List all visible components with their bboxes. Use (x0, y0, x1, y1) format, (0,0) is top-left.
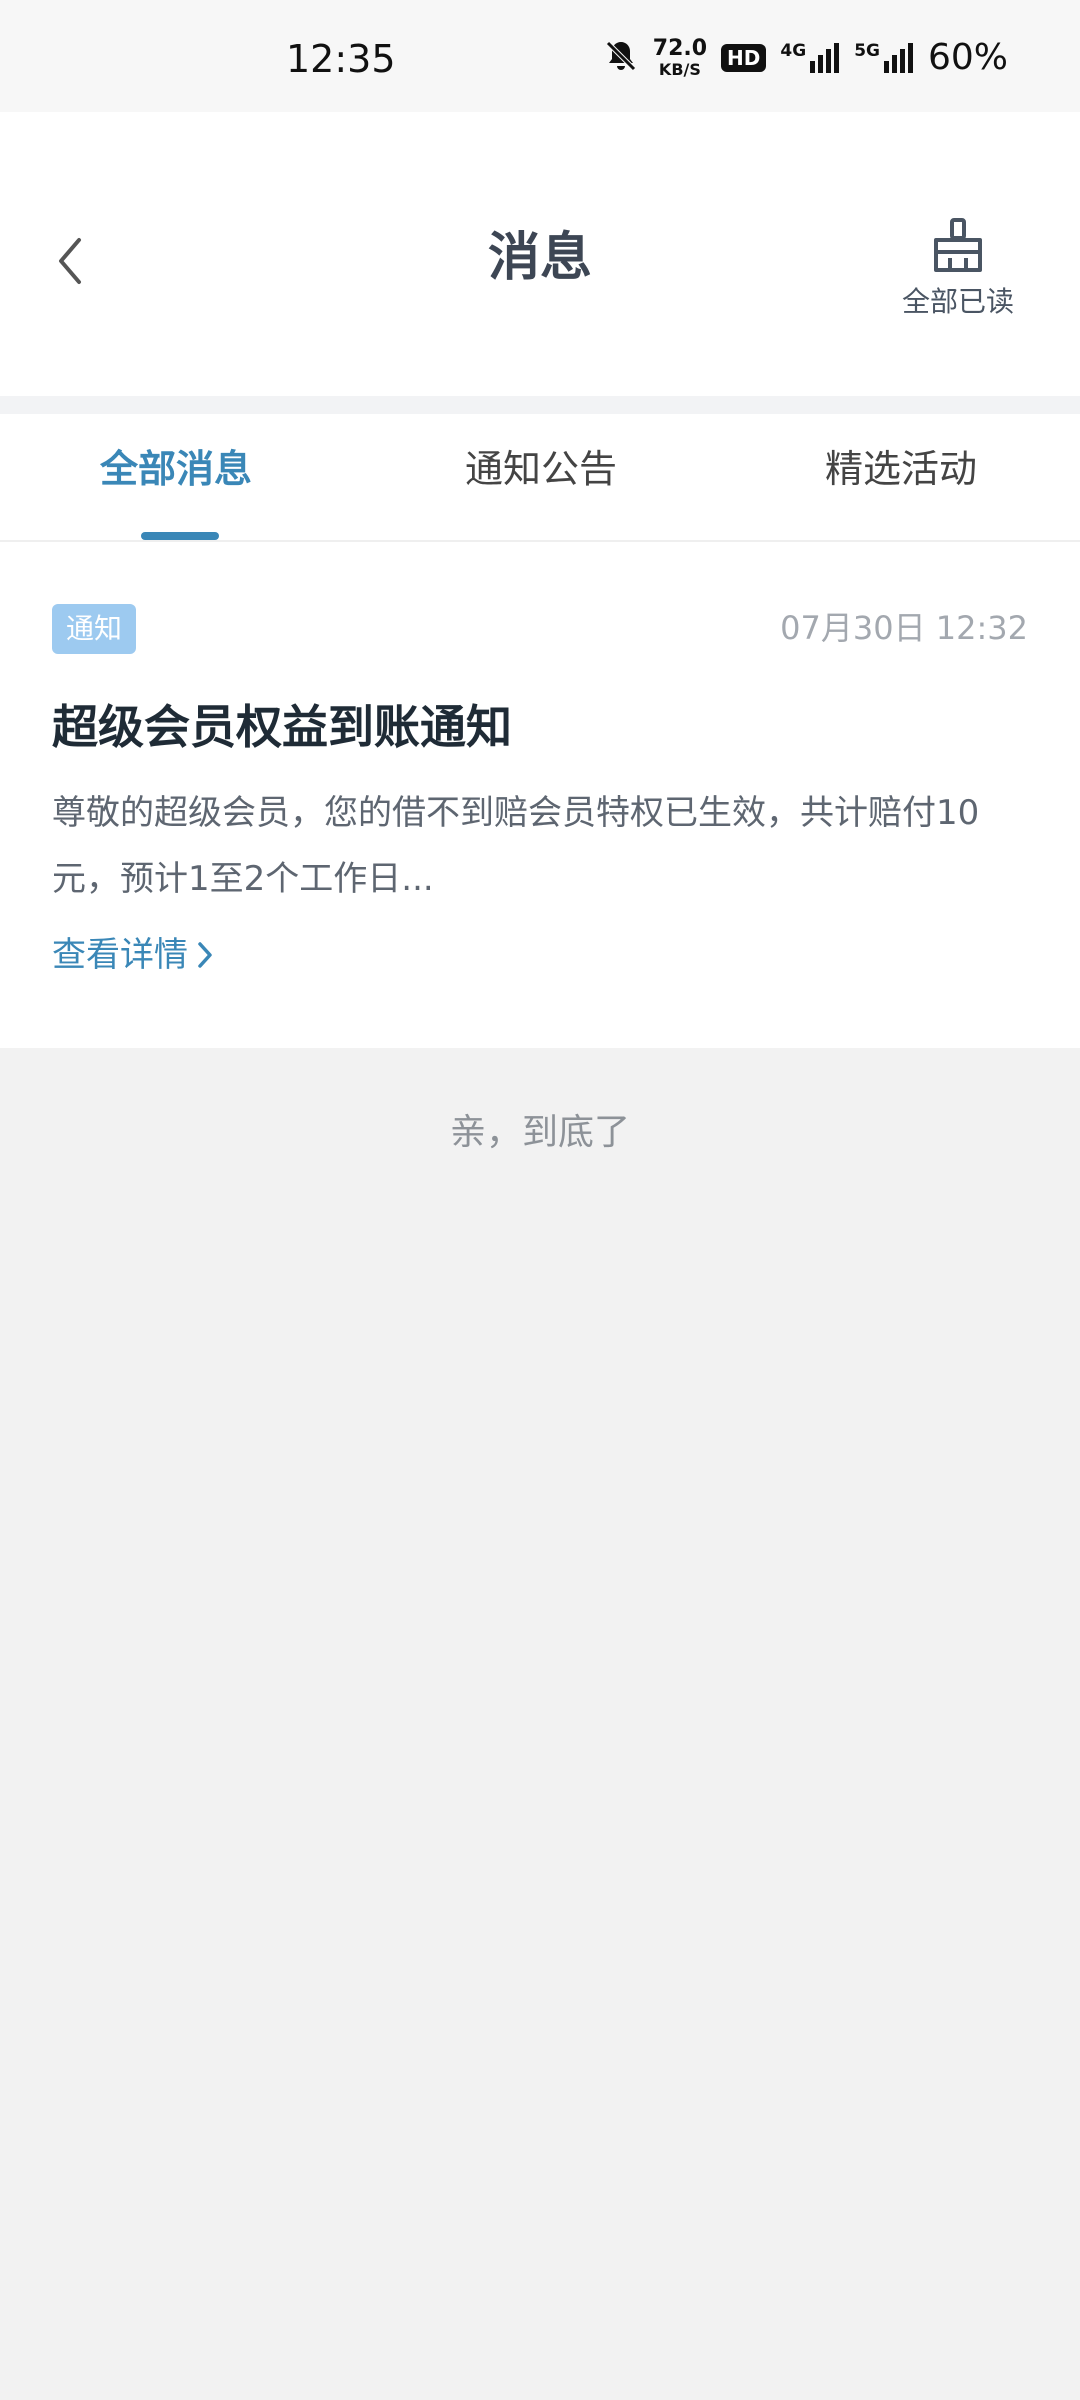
message-body: 尊敬的超级会员，您的借不到赔会员特权已生效，共计赔付10元，预计1至2个工作日.… (52, 793, 980, 899)
battery-level: 60% (927, 37, 1008, 78)
active-tab-indicator (141, 532, 219, 540)
hd-badge: HD (721, 44, 767, 72)
end-of-list-text: 亲，到底了 (449, 1112, 630, 1153)
header-divider (0, 396, 1080, 414)
tab-featured-activities[interactable]: 精选活动 (825, 450, 977, 488)
mark-all-read-button[interactable]: 全部已读 (888, 218, 1028, 320)
message-title: 超级会员权益到账通知 (52, 700, 512, 754)
network-speed: 72.0 KB/S (652, 36, 708, 79)
status-icons: 72.0 KB/S HD 4G 5G 60% (603, 38, 1008, 78)
view-details-link[interactable]: 查看详情 (52, 938, 214, 972)
status-bar: 12:35 72.0 KB/S HD 4G 5G 60% (0, 0, 1080, 112)
bell-muted-icon (603, 38, 639, 78)
message-time: 07月30日 12:32 (780, 609, 1028, 647)
mark-all-read-label: 全部已读 (901, 285, 1014, 318)
app-header: 消息 全部已读 (0, 112, 1080, 396)
message-card[interactable]: 通知 07月30日 12:32 超级会员权益到账通知 尊敬的超级会员，您的借不到… (0, 542, 1080, 1048)
broom-icon (934, 218, 982, 272)
message-tabs: 全部消息 通知公告 精选活动 (0, 414, 1080, 542)
message-tag: 通知 (52, 604, 137, 654)
signal-5g-icon: 5G (854, 43, 914, 73)
chevron-right-icon (196, 940, 214, 970)
view-details-label: 查看详情 (52, 935, 188, 975)
tab-announcements[interactable]: 通知公告 (465, 450, 617, 488)
status-time: 12:35 (286, 37, 396, 81)
tab-all-messages[interactable]: 全部消息 (100, 450, 252, 488)
signal-4g-icon: 4G (780, 43, 840, 73)
